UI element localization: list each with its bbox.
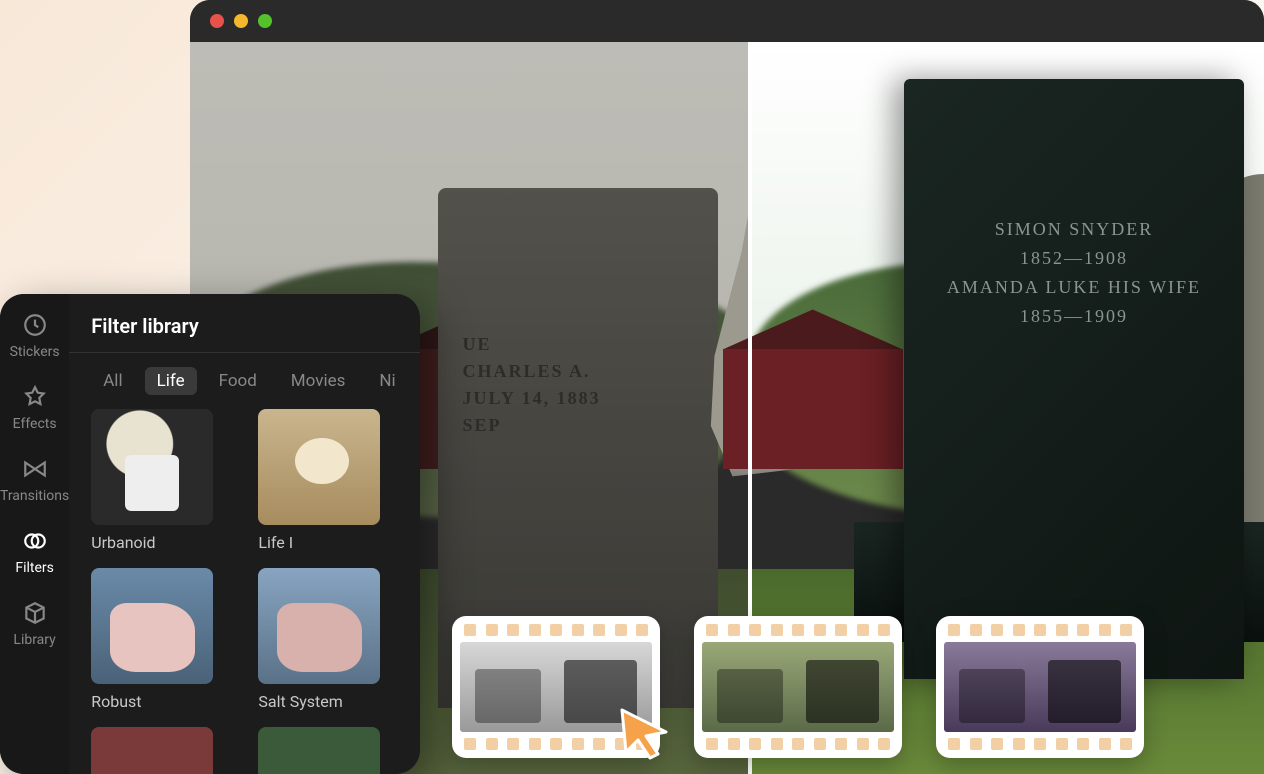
clock-icon [22,312,48,338]
rail-library[interactable]: Library [13,600,55,648]
filter-preview-strip [452,616,1144,758]
rail-label: Filters [15,560,54,576]
filter-thumb [91,409,213,525]
filter-card-extra[interactable] [91,727,240,774]
rail-effects[interactable]: Effects [13,384,57,432]
main-headstone: SIMON SNYDER 1852—1908 AMANDA LUKE HIS W… [904,79,1244,679]
film-preview-2[interactable] [694,616,902,758]
filter-library-panel: Stickers Effects Transitions Filters Lib… [0,294,420,774]
panel-title: Filter library [69,294,420,352]
cube-icon [22,600,48,626]
filter-grid: Urbanoid Life I Robust Salt System [69,409,420,774]
rail-stickers[interactable]: Stickers [10,312,60,360]
filter-label: Robust [91,692,240,711]
filter-label: Life I [258,533,407,552]
rail-label: Effects [13,416,57,432]
rail-filters[interactable]: Filters [15,528,54,576]
filter-card-salt-system[interactable]: Salt System [258,568,407,711]
window-minimize-dot[interactable] [234,14,248,28]
filter-thumb [258,727,380,774]
filter-thumb [258,409,380,525]
headstone-line3: AMANDA LUKE HIS WIFE [904,277,1244,298]
filter-thumb [91,568,213,684]
rail-transitions[interactable]: Transitions [0,456,69,504]
headstone-line1: SIMON SNYDER [904,219,1244,240]
headstone-line2: 1852—1908 [904,248,1244,269]
tab-all[interactable]: All [91,367,134,395]
window-titlebar [190,0,1264,42]
tab-movies[interactable]: Movies [279,367,358,395]
headstone-line4: 1855—1909 [904,306,1244,327]
filter-label: Urbanoid [91,533,240,552]
filter-thumb [258,568,380,684]
tab-food[interactable]: Food [207,367,269,395]
tab-more[interactable]: Ni [367,367,407,395]
filter-card-extra[interactable] [258,727,407,774]
filter-card-robust[interactable]: Robust [91,568,240,711]
filter-category-tabs: All Life Food Movies Ni [69,353,420,409]
overlap-circles-icon [22,528,48,554]
filter-label: Salt System [258,692,407,711]
panel-body: Filter library All Life Food Movies Ni U… [69,294,420,774]
film-preview-3[interactable] [936,616,1144,758]
rail-label: Stickers [10,344,60,360]
rail-label: Library [13,632,55,648]
rail-label: Transitions [0,488,69,504]
window-zoom-dot[interactable] [258,14,272,28]
film-thumb [944,642,1136,732]
filter-card-life-i[interactable]: Life I [258,409,407,552]
window-close-dot[interactable] [210,14,224,28]
filter-card-urbanoid[interactable]: Urbanoid [91,409,240,552]
panel-side-rail: Stickers Effects Transitions Filters Lib… [0,294,69,774]
bowtie-icon [22,456,48,482]
tab-life[interactable]: Life [145,367,197,395]
filter-thumb [91,727,213,774]
cursor-icon [616,704,676,764]
star-icon [22,384,48,410]
film-thumb [702,642,894,732]
